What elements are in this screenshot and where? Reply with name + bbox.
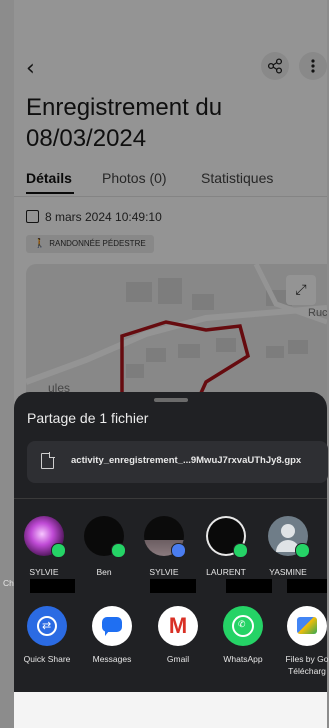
share-app-messages[interactable]: Messages [77, 606, 147, 665]
gmail-icon: M [158, 606, 198, 646]
redaction-bar [30, 579, 75, 593]
whatsapp-badge-icon [295, 543, 310, 558]
quick-share-icon: ⇄ [27, 606, 67, 646]
contact-name: Ben [96, 567, 112, 577]
dimmed-app-row [14, 692, 327, 728]
contact-target[interactable]: SYLVIE [134, 516, 194, 577]
document-icon [41, 452, 55, 469]
whatsapp-badge-icon [51, 543, 66, 558]
messages-icon [92, 606, 132, 646]
sheet-divider [14, 498, 327, 499]
redaction-bar [150, 579, 196, 593]
contact-target[interactable]: YASMINE [258, 516, 318, 577]
app-label: Quick Share [23, 654, 71, 664]
share-app-gmail[interactable]: M Gmail [143, 606, 213, 665]
contact-target[interactable]: SYLVIE [14, 516, 74, 577]
contact-name: YASMINE [269, 567, 307, 577]
whatsapp-badge-icon [233, 543, 248, 558]
contact-name: LAURENT [206, 567, 246, 577]
drag-handle[interactable] [154, 398, 188, 402]
share-sheet: Partage de 1 fichier activity_enregistre… [12, 392, 329, 692]
contact-name: SYLVIE [29, 567, 59, 577]
share-app-files[interactable]: Files by Go Télécharg [272, 606, 329, 677]
files-icon [287, 606, 327, 646]
contact-target[interactable]: Ben [74, 516, 134, 577]
avatar [84, 516, 126, 558]
app-label: WhatsApp [223, 654, 263, 664]
shared-file-card: activity_enregistrement_...9MwuJ7rxvaUTh… [27, 441, 328, 483]
share-app-quick-share[interactable]: ⇄ Quick Share [12, 606, 82, 665]
avatar [206, 516, 248, 558]
shared-file-name: activity_enregistrement_...9MwuJ7rxvaUTh… [71, 455, 302, 466]
default-avatar-icon [268, 516, 310, 558]
whatsapp-icon: ✆ [223, 606, 263, 646]
app-label: Messages [92, 654, 132, 664]
app-label: Gmail [166, 654, 190, 664]
avatar [24, 516, 66, 558]
contact-overflow-text: Ch [3, 578, 14, 588]
share-sheet-title: Partage de 1 fichier [27, 410, 149, 426]
redaction-bar [287, 579, 327, 593]
contact-name: SYLVIE [149, 567, 179, 577]
avatar [144, 516, 186, 558]
messages-badge-icon [171, 543, 186, 558]
redaction-bar [226, 579, 272, 593]
whatsapp-badge-icon [111, 543, 126, 558]
app-label: Files by Go Télécharg [285, 654, 329, 676]
share-app-whatsapp[interactable]: ✆ WhatsApp [208, 606, 278, 665]
contact-target[interactable]: LAURENT [196, 516, 256, 577]
